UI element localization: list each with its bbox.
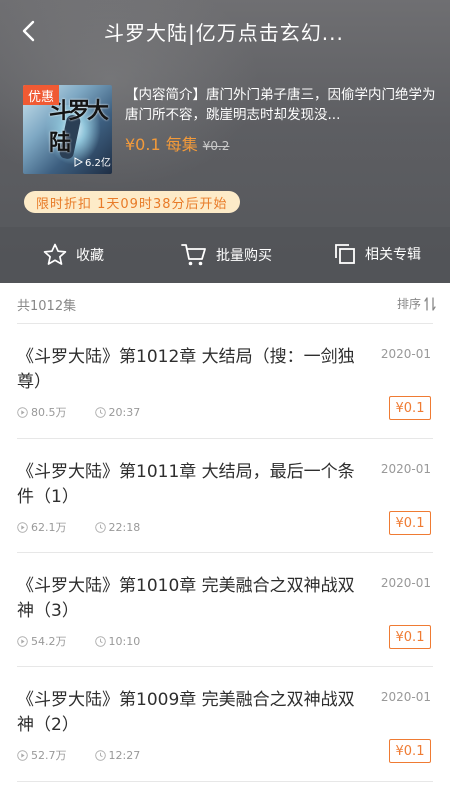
back-button[interactable] <box>12 14 46 48</box>
sort-label: 排序 <box>396 297 421 311</box>
episode-row[interactable]: 《斗罗大陆》第1009章 完美融合之双神战双神（2） 2020-01 52.7万… <box>0 667 450 781</box>
batch-buy-label: 批量购买 <box>216 248 272 264</box>
episode-duration: 20:37 <box>108 405 141 419</box>
price: ¥0.1 每集 <box>125 135 198 154</box>
cover-play-count: 6.2亿 <box>73 154 111 169</box>
favorite-label: 收藏 <box>76 248 104 264</box>
episode-title: 《斗罗大陆》第1009章 完美融合之双神战双神（2） <box>17 690 355 735</box>
play-count-icon <box>17 406 28 418</box>
favorite-button[interactable]: 收藏 <box>42 242 104 268</box>
episode-duration: 22:18 <box>108 520 141 534</box>
cart-icon <box>181 244 206 266</box>
play-count-icon <box>17 521 28 533</box>
episode-title: 《斗罗大陆》第1012章 大结局（搜：一剑独尊） <box>17 347 355 392</box>
clock-icon <box>94 635 106 647</box>
episode-title: 《斗罗大陆》第1010章 完美融合之双神战双神（3） <box>17 576 355 621</box>
episode-duration: 12:27 <box>108 748 141 762</box>
clock-icon <box>94 406 106 418</box>
episode-date: 2020-01 <box>380 462 431 476</box>
related-albums-label: 相关专辑 <box>365 247 421 263</box>
divider <box>17 781 433 782</box>
promo-banner: 限时折扣 1天09时38分后开始 <box>24 191 240 213</box>
episode-meta: 80.5万 20:37 <box>17 404 168 420</box>
discount-badge: 优惠 <box>23 85 59 105</box>
episode-plays: 80.5万 <box>31 406 67 419</box>
episode-plays: 62.1万 <box>31 521 67 534</box>
episode-meta: 54.2万 10:10 <box>17 633 168 649</box>
play-count-label: 6.2亿 <box>85 158 111 169</box>
episode-meta: 52.7万 12:27 <box>17 747 168 763</box>
album-header: 斗罗大陆|亿万点击玄幻... 斗罗大陆 优惠 6.2亿 【内容简介】唐门外门弟子… <box>0 0 450 283</box>
episode-count: 共1012集 <box>17 299 77 314</box>
episode-row[interactable]: 《斗罗大陆》第1012章 大结局（搜：一剑独尊） 2020-01 80.5万 2… <box>0 324 450 438</box>
episode-plays: 52.7万 <box>31 749 67 762</box>
top-bar: 斗罗大陆|亿万点击玄幻... <box>0 0 450 60</box>
batch-buy-button[interactable]: 批量购买 <box>180 242 272 268</box>
play-count-icon <box>17 635 28 647</box>
episode-meta: 62.1万 22:18 <box>17 519 168 535</box>
price-row: ¥0.1 每集 ¥0.2 <box>125 131 229 155</box>
original-price: ¥0.2 <box>202 139 230 153</box>
sort-icon <box>424 296 436 311</box>
action-bar: 收藏 批量购买 相关专辑 <box>0 227 450 283</box>
episode-date: 2020-01 <box>380 576 431 590</box>
episode-price-button[interactable]: ¥0.1 <box>389 396 431 420</box>
copy-icon <box>335 244 355 264</box>
play-count-icon <box>17 749 28 761</box>
episode-title: 《斗罗大陆》第1011章 大结局，最后一个条件（1） <box>17 462 355 507</box>
star-icon <box>43 243 67 265</box>
clock-icon <box>94 749 106 761</box>
album-cover[interactable]: 斗罗大陆 优惠 6.2亿 <box>23 85 112 174</box>
episode-price-button[interactable]: ¥0.1 <box>389 739 431 763</box>
episode-price-button[interactable]: ¥0.1 <box>389 511 431 535</box>
album-description[interactable]: 【内容简介】唐门外门弟子唐三，因偷学内门绝学为唐门所不容，跳崖明志时却发现没..… <box>125 85 437 125</box>
page-title: 斗罗大陆|亿万点击玄幻... <box>104 21 344 45</box>
sort-button[interactable]: 排序 <box>397 295 436 312</box>
play-icon <box>74 156 83 167</box>
episode-list-header: 共1012集 排序 <box>0 283 450 325</box>
episode-date: 2020-01 <box>380 347 431 361</box>
episode-date: 2020-01 <box>380 690 431 704</box>
episode-row[interactable]: 《斗罗大陆》第1010章 完美融合之双神战双神（3） 2020-01 54.2万… <box>0 553 450 667</box>
clock-icon <box>94 521 106 533</box>
related-albums-button[interactable]: 相关专辑 <box>333 242 421 266</box>
episode-price-button[interactable]: ¥0.1 <box>389 625 431 649</box>
episode-row[interactable]: 《斗罗大陆》第1011章 大结局，最后一个条件（1） 2020-01 62.1万… <box>0 439 450 553</box>
chevron-left-icon <box>22 20 35 42</box>
episode-plays: 54.2万 <box>31 635 67 648</box>
episode-duration: 10:10 <box>108 634 141 648</box>
